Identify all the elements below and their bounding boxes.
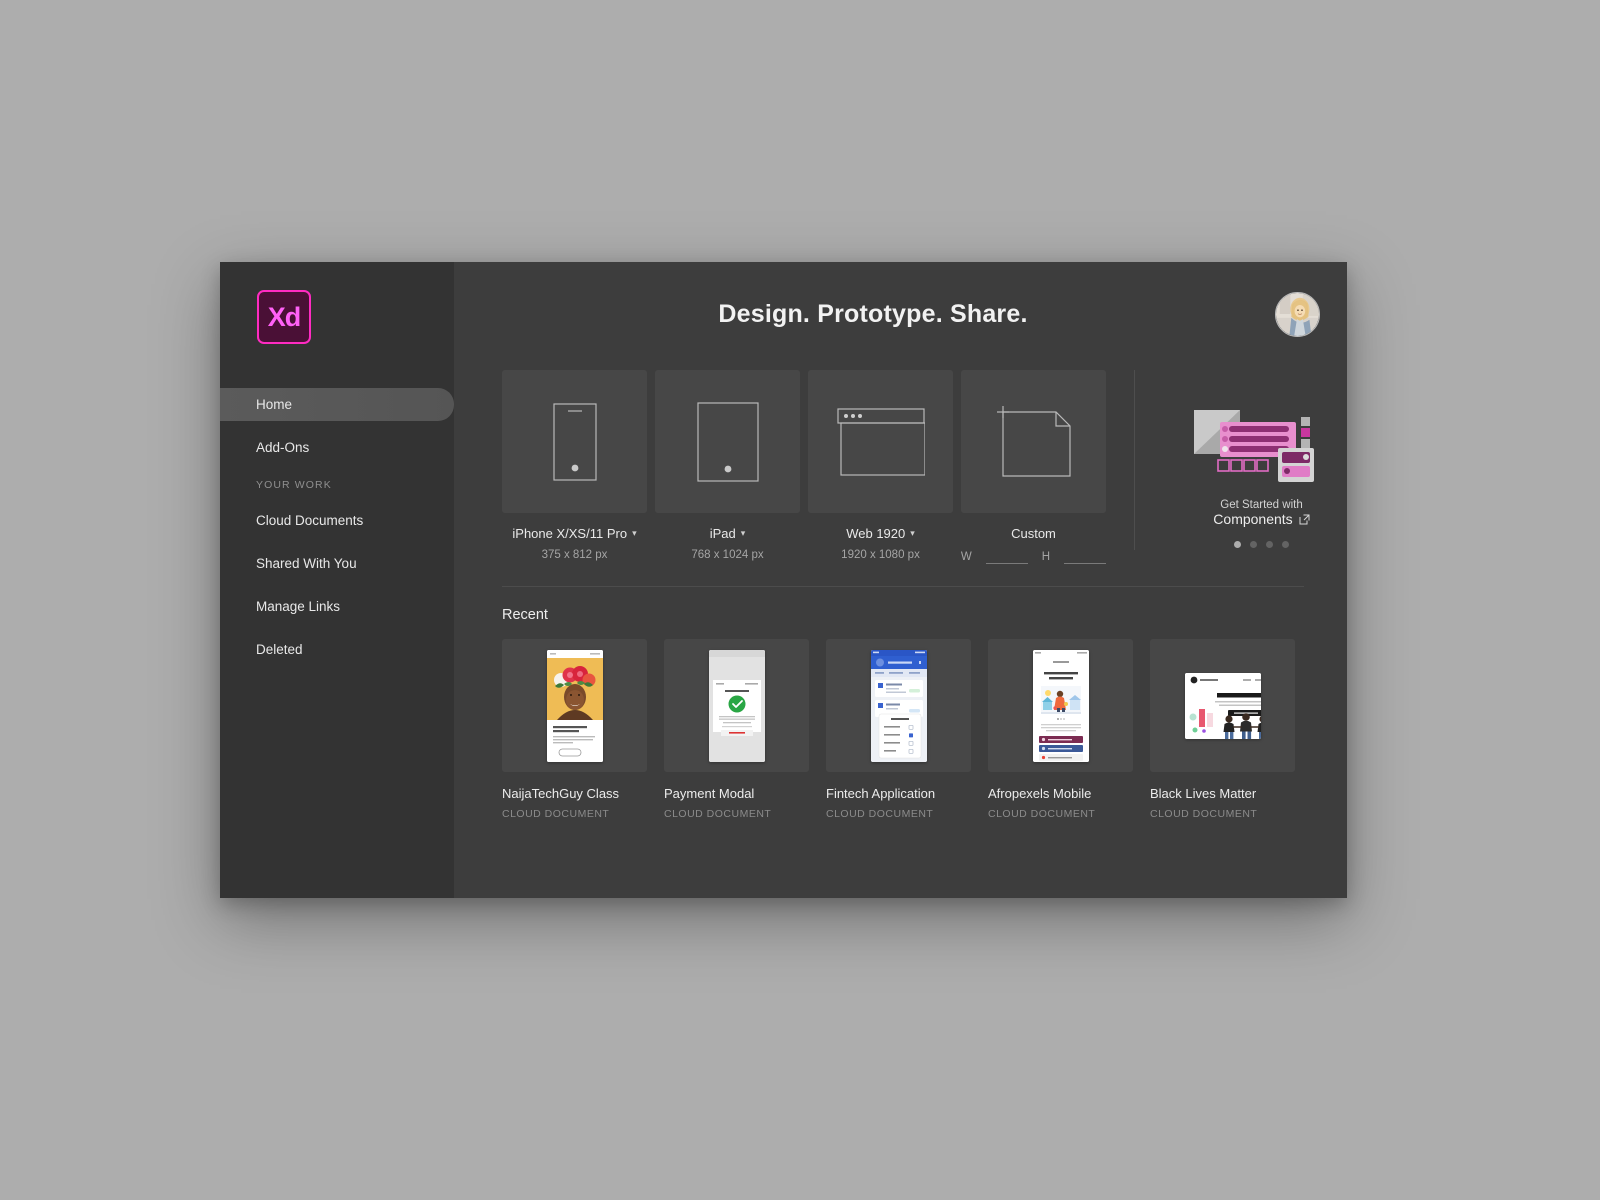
recent-card-black-lives-matter[interactable]: Black Lives Matter CLOUD DOCUMENT <box>1150 639 1295 820</box>
avatar-photo <box>1276 293 1319 336</box>
recent-name: NaijaTechGuy Class <box>502 786 620 801</box>
blm-landing-page-thumbnail <box>1184 672 1261 739</box>
preset-iphone-size: 375 x 812 px <box>541 549 608 561</box>
preset-web1920: Web 1920 ▾ 1920 x 1080 px <box>808 370 953 561</box>
sidebar-item-shared-with-you[interactable]: Shared With You <box>220 547 454 580</box>
preset-ipad-thumb[interactable] <box>655 370 800 513</box>
recent-documents-row: NaijaTechGuy Class CLOUD DOCUMENT Paymen… <box>454 623 1347 820</box>
app-logo: Xd <box>257 290 311 344</box>
carousel-dot-4[interactable] <box>1282 541 1289 548</box>
preset-ipad: iPad ▾ 768 x 1024 px <box>655 370 800 561</box>
preset-web1920-size: 1920 x 1080 px <box>841 549 920 561</box>
xd-start-screen-window: Xd Home Add-Ons YOUR WORK Cloud Document… <box>220 262 1347 898</box>
carousel-dot-2[interactable] <box>1250 541 1257 548</box>
sidebar-item-label: Shared With You <box>256 556 357 571</box>
section-divider <box>502 586 1304 587</box>
sidebar-item-deleted[interactable]: Deleted <box>220 633 454 666</box>
sidebar-item-cloud-documents[interactable]: Cloud Documents <box>220 504 454 537</box>
flower-crown-portrait-thumbnail <box>546 649 603 762</box>
custom-width-label: W <box>960 550 972 563</box>
preset-iphone-thumb[interactable] <box>502 370 647 513</box>
promo-caption-top: Get Started with <box>1220 499 1303 511</box>
preset-custom: Custom W H <box>960 370 1107 564</box>
preset-label: iPhone X/XS/11 Pro <box>512 526 628 541</box>
sidebar-item-label: Add-Ons <box>256 440 310 455</box>
custom-height-label: H <box>1041 550 1051 563</box>
preset-row: iPhone X/XS/11 Pro ▾ 375 x 812 px iPad ▾ <box>454 370 1347 564</box>
preset-iphone-name[interactable]: iPhone X/XS/11 Pro ▾ <box>502 526 647 541</box>
custom-width-input[interactable] <box>985 549 1028 564</box>
preset-ipad-name[interactable]: iPad ▾ <box>655 526 800 541</box>
recent-thumb <box>988 639 1133 772</box>
custom-size-inputs: W H <box>960 549 1107 564</box>
preset-iphone: iPhone X/XS/11 Pro ▾ 375 x 812 px <box>502 370 647 561</box>
preset-custom-name[interactable]: Custom <box>961 526 1106 541</box>
sidebar-item-label: Deleted <box>256 642 303 657</box>
recent-card-payment-modal[interactable]: Payment Modal CLOUD DOCUMENT <box>664 639 809 820</box>
promo-get-started-components[interactable]: Get Started with Components <box>1134 370 1347 550</box>
components-illustration <box>1192 398 1332 493</box>
recent-name: Fintech Application <box>826 786 936 801</box>
sidebar-item-label: Manage Links <box>256 599 341 614</box>
tablet-icon <box>696 401 759 482</box>
payment-success-modal-thumbnail <box>708 649 765 762</box>
preset-ipad-size: 768 x 1024 px <box>691 549 764 561</box>
header: Design. Prototype. Share. <box>454 262 1347 370</box>
chevron-down-icon: ▾ <box>740 528 746 538</box>
phone-icon <box>552 402 597 481</box>
recent-thumb <box>1150 639 1295 772</box>
sidebar-item-manage-links[interactable]: Manage Links <box>220 590 454 623</box>
recent-card-naijatechguy-class[interactable]: NaijaTechGuy Class CLOUD DOCUMENT <box>502 639 647 820</box>
recent-type: CLOUD DOCUMENT <box>502 808 610 820</box>
sidebar-item-add-ons[interactable]: Add-Ons <box>220 431 454 464</box>
preset-custom-thumb[interactable] <box>961 370 1106 513</box>
components-art-icon <box>1193 410 1314 482</box>
recent-card-afropexels-mobile[interactable]: Afropexels Mobile CLOUD DOCUMENT <box>988 639 1133 820</box>
recent-name: Payment Modal <box>664 786 755 801</box>
recent-heading: Recent <box>502 607 548 623</box>
carousel-dot-3[interactable] <box>1266 541 1273 548</box>
preset-label: Web 1920 <box>846 526 906 541</box>
sidebar: Xd Home Add-Ons YOUR WORK Cloud Document… <box>220 262 454 898</box>
recent-thumb <box>826 639 971 772</box>
preset-label: Custom <box>1011 526 1056 541</box>
sidebar-item-label: Cloud Documents <box>256 513 364 528</box>
xd-logo-text: Xd <box>267 301 302 332</box>
afropexels-onboarding-thumbnail <box>1032 649 1089 762</box>
sidebar-section-your-work: YOUR WORK <box>256 479 332 491</box>
chevron-down-icon: ▾ <box>632 528 637 538</box>
recent-type: CLOUD DOCUMENT <box>826 808 934 820</box>
recent-type: CLOUD DOCUMENT <box>988 808 1096 820</box>
xd-logo-icon: Xd <box>257 290 311 344</box>
promo-caption-text: Components <box>1213 511 1293 527</box>
recent-type: CLOUD DOCUMENT <box>1150 808 1258 820</box>
preset-web1920-name[interactable]: Web 1920 ▾ <box>808 526 953 541</box>
avatar[interactable] <box>1275 292 1320 337</box>
custom-height-input[interactable] <box>1064 549 1107 564</box>
carousel-dot-1[interactable] <box>1234 541 1241 548</box>
chevron-down-icon: ▾ <box>910 528 915 538</box>
preset-label: iPad <box>709 526 736 541</box>
recent-name: Black Lives Matter <box>1150 786 1257 801</box>
recent-name: Afropexels Mobile <box>988 786 1092 801</box>
preset-web1920-thumb[interactable] <box>808 370 953 513</box>
recent-card-fintech-application[interactable]: Fintech Application CLOUD DOCUMENT <box>826 639 971 820</box>
browser-window-icon <box>836 407 925 476</box>
sidebar-item-label: Home <box>256 397 293 412</box>
promo-caption-bottom: Components <box>1213 511 1310 527</box>
promo-carousel-dots <box>1234 541 1289 548</box>
recent-type: CLOUD DOCUMENT <box>664 808 772 820</box>
sidebar-item-home[interactable]: Home <box>220 388 454 421</box>
page-title: Design. Prototype. Share. <box>718 300 1028 328</box>
external-link-icon <box>1299 514 1310 524</box>
custom-artboard-icon <box>996 405 1071 477</box>
recent-thumb <box>502 639 647 772</box>
fintech-transactions-screen-thumbnail <box>870 649 927 762</box>
recent-thumb <box>664 639 809 772</box>
sidebar-nav: Home Add-Ons YOUR WORK Cloud Documents S… <box>220 388 454 676</box>
main-content: Design. Prototype. Share. iPhone X/XS/11… <box>454 262 1347 898</box>
